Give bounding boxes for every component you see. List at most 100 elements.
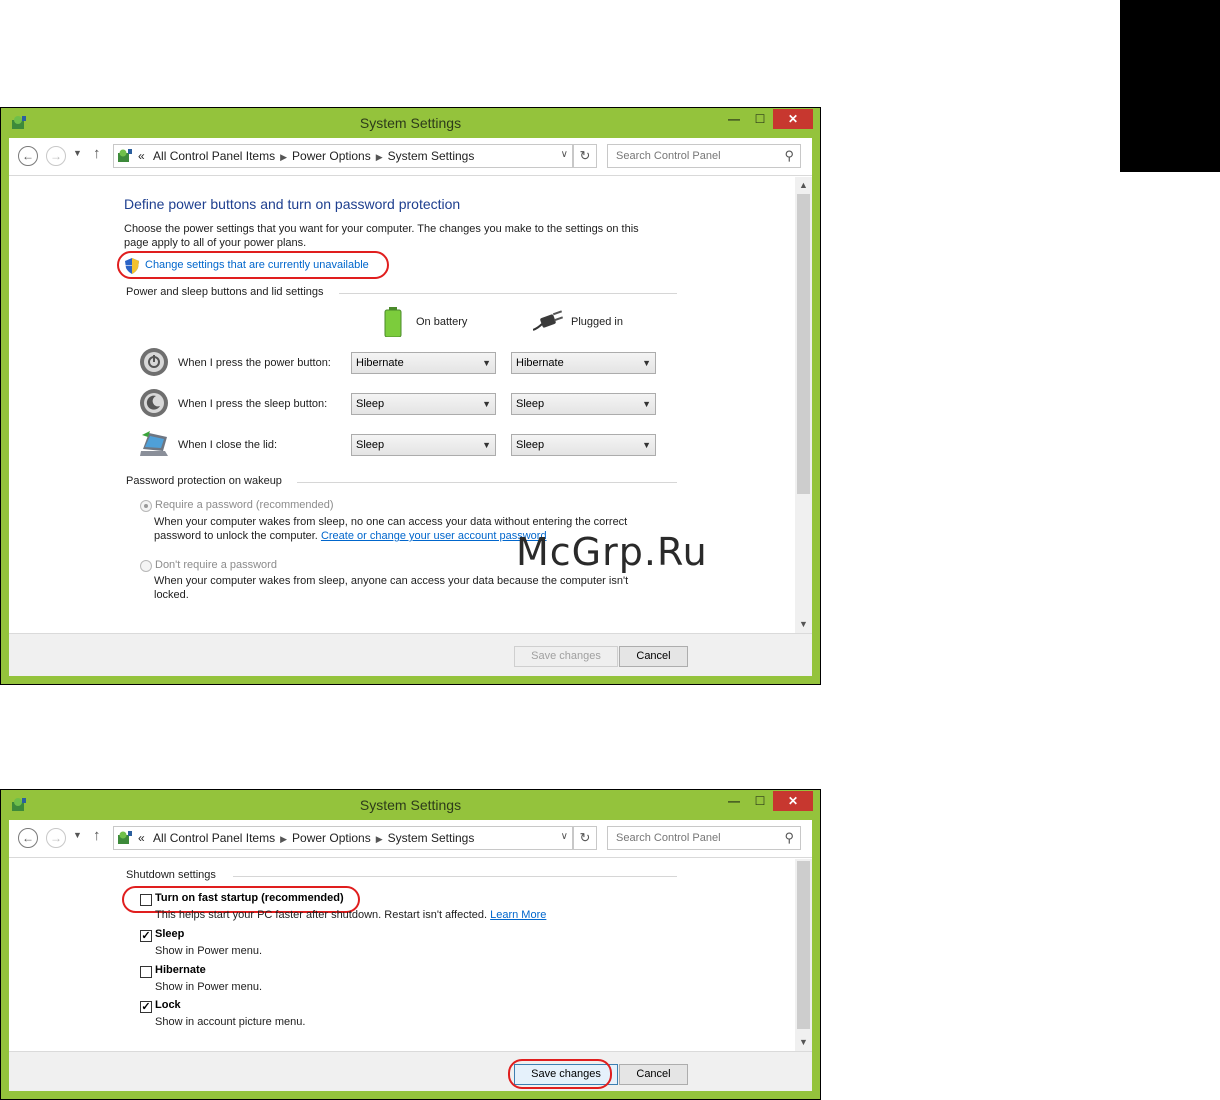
chevron-down-icon[interactable]: ∨: [561, 831, 568, 842]
forward-arrow-icon[interactable]: →: [46, 146, 66, 166]
row-label-power-button: When I press the power button:: [178, 357, 331, 369]
breadcrumb-item-system-settings[interactable]: System Settings: [388, 149, 475, 163]
chevron-down-icon: ▼: [642, 399, 651, 409]
section-shutdown-settings: Shutdown settings: [126, 869, 216, 881]
dont-require-password-label: Don't require a password: [155, 559, 277, 571]
back-arrow-icon[interactable]: ←: [18, 828, 38, 848]
maximize-button[interactable]: ☐: [747, 109, 773, 129]
lock-desc: Show in account picture menu.: [155, 1016, 306, 1028]
lock-checkbox[interactable]: ✓: [140, 1001, 152, 1013]
laptop-lid-icon: [140, 431, 168, 456]
dont-require-password-desc-1: When your computer wakes from sleep, any…: [154, 575, 629, 587]
power-button-plugged-in-select[interactable]: Hibernate ▼: [511, 352, 656, 374]
scroll-thumb[interactable]: [797, 194, 810, 494]
breadcrumb-item-power-options[interactable]: Power Options: [292, 831, 371, 845]
fast-startup-checkbox[interactable]: [140, 894, 152, 906]
intro-line-1: Choose the power settings that you want …: [124, 223, 639, 235]
power-button-on-battery-select[interactable]: Hibernate ▼: [351, 352, 496, 374]
system-settings-window-shutdown: System Settings — ☐ ✕ ← → ▼ ↑ « All Cont…: [0, 789, 821, 1100]
chevron-right-icon[interactable]: ▶: [376, 152, 383, 162]
select-value: Sleep: [516, 439, 545, 451]
chevron-right-icon[interactable]: ▶: [280, 834, 287, 844]
breadcrumb-item-power-options[interactable]: Power Options: [292, 149, 371, 163]
back-arrow-icon[interactable]: ←: [18, 146, 38, 166]
search-placeholder: Search Control Panel: [616, 150, 721, 162]
vertical-scrollbar[interactable]: ▼: [795, 859, 812, 1051]
watermark: McGrp.Ru: [516, 530, 708, 574]
power-plug-icon: [533, 310, 564, 331]
button-bar: Save changes Cancel: [9, 1051, 812, 1091]
sleep-button-on-battery-select[interactable]: Sleep ▼: [351, 393, 496, 415]
section-divider: [297, 482, 677, 483]
battery-icon: [384, 307, 402, 337]
breadcrumb-item-all-control-panel-items[interactable]: All Control Panel Items: [153, 149, 275, 163]
breadcrumb-overflow[interactable]: «: [138, 831, 145, 845]
column-plugged-in: Plugged in: [571, 316, 623, 328]
search-input[interactable]: Search Control Panel ⚲: [607, 144, 801, 168]
chevron-down-icon: ▼: [482, 440, 491, 450]
require-password-label: Require a password (recommended): [155, 499, 334, 511]
window-title: System Settings: [359, 797, 462, 813]
up-arrow-icon[interactable]: ↑: [93, 827, 101, 844]
scroll-thumb[interactable]: [797, 861, 810, 1029]
navigation-bar: ← → ▼ ↑ « All Control Panel Items ▶ Power …: [9, 820, 812, 858]
hibernate-checkbox[interactable]: [140, 966, 152, 978]
search-placeholder: Search Control Panel: [616, 832, 721, 844]
section-password-protection: Password protection on wakeup: [126, 475, 282, 487]
recent-locations-chevron-icon[interactable]: ▼: [73, 830, 82, 840]
learn-more-link[interactable]: Learn More: [490, 909, 546, 921]
chevron-right-icon[interactable]: ▶: [280, 152, 287, 162]
search-icon[interactable]: ⚲: [784, 830, 794, 846]
chevron-down-icon[interactable]: ∨: [561, 149, 568, 160]
hibernate-desc: Show in Power menu.: [155, 981, 262, 993]
address-bar[interactable]: « All Control Panel Items ▶ Power Options ▶…: [113, 826, 573, 850]
title-bar[interactable]: System Settings — ☐ ✕: [1, 790, 820, 820]
refresh-icon[interactable]: ↻: [573, 144, 597, 168]
breadcrumb-item-all-control-panel-items[interactable]: All Control Panel Items: [153, 831, 275, 845]
window-client: ← → ▼ ↑ « All Control Panel Items ▶ Power …: [9, 820, 812, 1091]
forward-arrow-icon[interactable]: →: [46, 828, 66, 848]
close-button[interactable]: ✕: [773, 791, 813, 811]
system-settings-window-power-buttons: System Settings — ☐ ✕ ← → ▼ ↑ « All Cont…: [0, 107, 821, 685]
column-on-battery: On battery: [416, 316, 468, 328]
change-password-link[interactable]: Create or change your user account passw…: [321, 530, 547, 542]
select-value: Sleep: [356, 439, 385, 451]
chevron-right-icon[interactable]: ▶: [376, 834, 383, 844]
vertical-scrollbar[interactable]: ▲ ▼: [795, 177, 812, 633]
control-panel-icon: [118, 149, 132, 162]
cancel-button[interactable]: Cancel: [619, 646, 688, 667]
require-password-radio[interactable]: [140, 500, 152, 512]
refresh-icon[interactable]: ↻: [573, 826, 597, 850]
minimize-button[interactable]: —: [721, 791, 747, 811]
navigation-bar: ← → ▼ ↑ « All Control Panel Items ▶ Power …: [9, 138, 812, 176]
search-input[interactable]: Search Control Panel ⚲: [607, 826, 801, 850]
address-bar[interactable]: « All Control Panel Items ▶ Power Options ▶…: [113, 144, 573, 168]
scroll-down-icon[interactable]: ▼: [795, 1034, 812, 1051]
chevron-down-icon: ▼: [642, 440, 651, 450]
minimize-button[interactable]: —: [721, 109, 747, 129]
breadcrumb-item-system-settings[interactable]: System Settings: [388, 831, 475, 845]
sleep-checkbox[interactable]: ✓: [140, 930, 152, 942]
breadcrumb-overflow[interactable]: «: [138, 149, 145, 163]
close-lid-on-battery-select[interactable]: Sleep ▼: [351, 434, 496, 456]
scroll-down-icon[interactable]: ▼: [795, 616, 812, 633]
section-divider: [339, 293, 677, 294]
require-password-desc-1: When your computer wakes from sleep, no …: [154, 516, 628, 528]
sleep-button-plugged-in-select[interactable]: Sleep ▼: [511, 393, 656, 415]
title-bar[interactable]: System Settings — ☐ ✕: [1, 108, 820, 138]
row-label-sleep-button: When I press the sleep button:: [178, 398, 328, 410]
cancel-button[interactable]: Cancel: [619, 1064, 688, 1085]
scroll-up-icon[interactable]: ▲: [795, 177, 812, 194]
search-icon[interactable]: ⚲: [784, 148, 794, 164]
page-edge-tab: [1120, 0, 1220, 172]
power-button-icon: [140, 348, 168, 376]
dont-require-password-radio[interactable]: [140, 560, 152, 572]
fast-startup-label: Turn on fast startup (recommended): [155, 892, 344, 904]
up-arrow-icon[interactable]: ↑: [93, 145, 101, 162]
maximize-button[interactable]: ☐: [747, 791, 773, 811]
close-button[interactable]: ✕: [773, 109, 813, 129]
close-lid-plugged-in-select[interactable]: Sleep ▼: [511, 434, 656, 456]
save-changes-button[interactable]: Save changes: [514, 646, 618, 667]
sleep-label: Sleep: [155, 928, 185, 940]
recent-locations-chevron-icon[interactable]: ▼: [73, 148, 82, 158]
